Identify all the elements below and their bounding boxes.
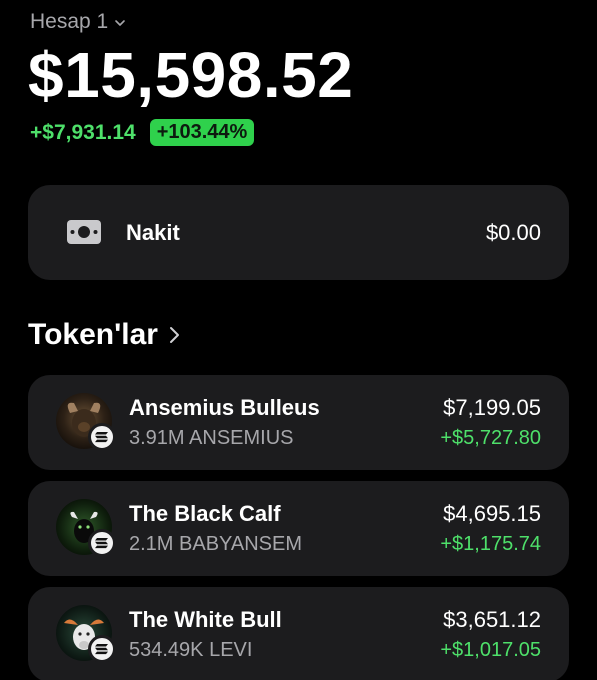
- token-value: $4,695.15: [443, 501, 541, 526]
- balance-change: +$7,931.14 +103.44%: [30, 119, 255, 146]
- token-value: $7,199.05: [443, 395, 541, 420]
- chain-badge-icon: [88, 529, 116, 557]
- tokens-section-header[interactable]: Token'lar: [28, 318, 182, 352]
- token-row[interactable]: The Black Calf 2.1M BABYANSEM $4,695.15 …: [28, 481, 569, 576]
- token-name: The White Bull: [129, 607, 282, 632]
- token-quantity: 3.91M ANSEMIUS: [129, 427, 294, 449]
- portfolio-screen: Hesap 1 $15,598.52 +$7,931.14 +103.44% N…: [0, 0, 597, 680]
- token-name: The Black Calf: [129, 501, 281, 526]
- token-pnl: +$1,017.05: [440, 639, 541, 661]
- token-quantity: 534.49K LEVI: [129, 639, 253, 661]
- token-row[interactable]: The White Bull 534.49K LEVI $3,651.12 +$…: [28, 587, 569, 680]
- cash-label: Nakit: [126, 219, 180, 245]
- change-absolute: +$7,931.14: [30, 120, 136, 144]
- token-pnl: +$1,175.74: [440, 533, 541, 555]
- chain-badge-icon: [88, 635, 116, 663]
- total-balance: $15,598.52: [28, 39, 354, 111]
- change-percent-badge: +103.44%: [149, 119, 255, 146]
- token-row[interactable]: Ansemius Bulleus 3.91M ANSEMIUS $7,199.0…: [28, 375, 569, 470]
- chevron-right-icon: [169, 327, 179, 343]
- account-selector[interactable]: Hesap 1: [30, 10, 126, 34]
- token-name: Ansemius Bulleus: [129, 395, 320, 420]
- chain-badge-icon: [88, 423, 116, 451]
- chevron-down-icon: [115, 20, 126, 26]
- token-pnl: +$5,727.80: [440, 427, 541, 449]
- cash-icon: [67, 220, 101, 244]
- cash-value: $0.00: [485, 219, 541, 245]
- account-name: Hesap 1: [30, 10, 109, 33]
- token-value: $3,651.12: [443, 607, 541, 632]
- token-quantity: 2.1M BABYANSEM: [129, 533, 303, 555]
- cash-row[interactable]: Nakit $0.00: [28, 185, 569, 280]
- tokens-title: Token'lar: [28, 318, 158, 351]
